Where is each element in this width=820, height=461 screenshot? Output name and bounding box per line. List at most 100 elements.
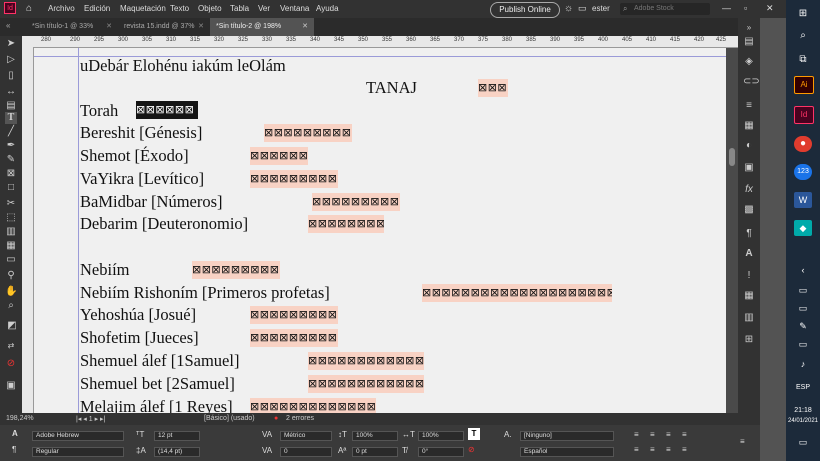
zoom-tool-icon[interactable]: ⌕ — [5, 300, 17, 312]
menu-maquetacion[interactable]: Maquetación — [120, 4, 166, 13]
tab-sin-titulo-2[interactable]: *Sin título-2 @ 198% ✕ — [210, 18, 314, 36]
pages-panel-icon[interactable]: ▤ — [743, 36, 755, 48]
lightbulb-icon[interactable]: ☼ — [564, 3, 573, 14]
text-stroke-icon[interactable]: ⊘ — [468, 445, 475, 454]
hebrew-text-bamidbar[interactable]: ⊠⊠⊠⊠⊠⊠⊠⊠⊠ — [312, 193, 400, 211]
close-icon[interactable]: ✕ — [766, 3, 774, 14]
page-nav-first-icon[interactable]: |◂ ◂ 1 ▸ ▸| — [76, 415, 105, 423]
panel-menu-icon[interactable]: ≡ — [740, 437, 745, 446]
home-icon[interactable]: ⌂ — [26, 3, 32, 14]
maximize-icon[interactable]: ▫ — [744, 3, 747, 13]
network-icon[interactable]: ▭ — [794, 336, 812, 352]
tab-close-icon[interactable]: ✕ — [198, 18, 204, 36]
table-styles-icon[interactable]: ⊞ — [743, 334, 755, 346]
hebrew-text-shofetim[interactable]: ⊠⊠⊠⊠⊠⊠⊠⊠⊠ — [250, 329, 338, 347]
justify-all-icon[interactable]: ≡ — [634, 445, 639, 454]
style-indicator[interactable]: [Básico] (usado) — [204, 415, 255, 422]
cell-styles-icon[interactable]: ▥ — [743, 312, 755, 324]
scrollbar-thumb[interactable] — [729, 148, 735, 166]
doc-line-shemuel-alef[interactable]: Shemuel álef [1Samuel] — [80, 351, 239, 371]
notifications-icon[interactable]: ▭ — [794, 434, 812, 450]
paragraph-styles-icon[interactable]: ¶ — [743, 228, 755, 240]
hebrew-text-shemot[interactable]: ⊠⊠⊠⊠⊠⊠ — [250, 147, 308, 165]
type-tool-icon[interactable]: T — [5, 112, 17, 124]
hebrew-text-shemuel-alef[interactable]: ⊠⊠⊠⊠⊠⊠⊠⊠⊠⊠⊠⊠ — [308, 352, 424, 370]
doc-line-shemot[interactable]: Shemot [Éxodo] — [80, 146, 189, 166]
task-view-icon[interactable]: ⧉ — [794, 52, 812, 68]
doc-line-yehoshua[interactable]: Yehoshúa [Josué] — [80, 305, 196, 325]
tray-icon[interactable]: ▭ — [794, 282, 812, 298]
layers-panel-icon[interactable]: ◈ — [743, 56, 755, 68]
tracking-field[interactable]: 0 — [280, 447, 332, 457]
doc-line-shofetim[interactable]: Shofetim [Jueces] — [80, 328, 199, 348]
align-center-icon[interactable]: ≡ — [650, 430, 655, 439]
align-spine-icon[interactable]: ≡ — [682, 445, 687, 454]
character-styles-icon[interactable]: A — [743, 248, 755, 260]
doc-line-nebiim-rishonim[interactable]: Nebiím Rishoním [Primeros profetas] — [80, 283, 330, 303]
gradient-feather-tool-icon[interactable]: ▦ — [5, 240, 17, 252]
screen-mode-icon[interactable]: ▣ — [5, 380, 17, 392]
note-tool-icon[interactable]: ▭ — [5, 254, 17, 266]
tab-revista-15[interactable]: revista 15.indd @ 37% ✕ — [118, 18, 210, 36]
word-icon[interactable]: W — [794, 192, 812, 208]
direct-selection-tool-icon[interactable]: ▷ — [5, 54, 17, 66]
gradient-swatch-tool-icon[interactable]: ▥ — [5, 226, 17, 238]
doc-line-tanaj[interactable]: TANAJ — [366, 78, 417, 98]
fill-stroke-swatch-icon[interactable]: ◩ — [5, 320, 19, 334]
free-transform-tool-icon[interactable]: ⬚ — [5, 212, 17, 224]
align-right-icon[interactable]: ≡ — [666, 430, 671, 439]
table-panel-icon[interactable]: ▦ — [743, 290, 755, 302]
menu-edicion[interactable]: Edición — [84, 4, 110, 13]
text-wrap-panel-icon[interactable]: ▩ — [743, 204, 755, 216]
character-mode-icon[interactable]: A — [12, 429, 18, 438]
search-icon[interactable]: ⌕ — [794, 28, 812, 44]
menu-tabla[interactable]: Tabla — [230, 4, 249, 13]
doc-line-vayikra[interactable]: VaYikra [Levítico] — [80, 169, 204, 189]
clock-time[interactable]: 21:18 — [786, 407, 820, 414]
links-panel-icon[interactable]: ⊂⊃ — [743, 76, 760, 88]
adobe-stock-search-input[interactable]: ⌕ Adobe Stock — [620, 3, 710, 15]
text-fill-icon[interactable]: T — [468, 428, 480, 440]
font-size-field[interactable]: 12 pt — [154, 431, 200, 441]
justify-right-icon[interactable]: ≡ — [666, 445, 671, 454]
menu-ayuda[interactable]: Ayuda — [316, 4, 339, 13]
selection-tool-icon[interactable]: ➤ — [5, 38, 17, 50]
hebrew-text-vayikra[interactable]: ⊠⊠⊠⊠⊠⊠⊠⊠⊠ — [250, 170, 338, 188]
document-canvas[interactable]: uDebár Elohénu iakúm leOlám TANAJ ⊠⊠⊠ To… — [34, 48, 726, 413]
swatches-panel-icon[interactable]: ▦ — [743, 120, 755, 132]
zoom-level[interactable]: 198,24% — [6, 415, 34, 422]
hebrew-text-shemuel-bet[interactable]: ⊠⊠⊠⊠⊠⊠⊠⊠⊠⊠⊠⊠ — [308, 375, 424, 393]
doc-line-bereshit[interactable]: Bereshit [Génesis] — [80, 123, 202, 143]
stroke-panel-icon[interactable]: ≡ — [743, 100, 755, 112]
eyedropper-tool-icon[interactable]: ⚲ — [5, 270, 17, 282]
justify-center-icon[interactable]: ≡ — [650, 445, 655, 454]
font-style-field[interactable]: Regular — [32, 447, 124, 457]
hebrew-text-melajim-alef[interactable]: ⊠⊠⊠⊠⊠⊠⊠⊠⊠⊠⊠⊠⊠ — [250, 398, 376, 413]
swap-colors-icon[interactable]: ⇄ — [5, 340, 17, 352]
language-field[interactable]: Español — [520, 447, 614, 457]
scissors-tool-icon[interactable]: ✂ — [5, 198, 17, 210]
doc-line-debarim[interactable]: Debarim [Deuteronomio] — [80, 214, 248, 234]
menu-objeto[interactable]: Objeto — [198, 4, 222, 13]
line-tool-icon[interactable]: ╱ — [5, 126, 17, 138]
chrome-profile-icon[interactable]: 123 — [794, 164, 812, 180]
pencil-tool-icon[interactable]: ✎ — [5, 154, 17, 166]
chevron-left-icon[interactable]: ‹ — [794, 262, 812, 278]
app-icon[interactable]: ◆ — [794, 220, 812, 236]
chrome-icon[interactable]: ● — [794, 136, 812, 152]
preflight-errors[interactable]: 2 errores — [286, 415, 314, 422]
hebrew-text-nebiim-rishonim[interactable]: ⊠⊠⊠⊠⊠⊠⊠⊠⊠⊠⊠⊠⊠⊠⊠⊠⊠⊠⊠⊠ — [422, 284, 612, 302]
doc-line-bamidbar[interactable]: BaMidbar [Números] — [80, 192, 223, 212]
illustrator-icon[interactable]: Ai — [794, 76, 814, 94]
vertical-scale-field[interactable]: 100% — [352, 431, 398, 441]
indesign-icon[interactable]: Id — [794, 106, 814, 124]
collapse-arrows-icon[interactable]: « — [6, 21, 10, 30]
tray-icon[interactable]: ▭ — [794, 300, 812, 316]
hebrew-text-nebiim[interactable]: ⊠⊠⊠⊠⊠⊠⊠⊠⊠ — [192, 261, 280, 279]
doc-line-torah[interactable]: Torah — [80, 101, 118, 121]
doc-line-title[interactable]: uDebár Elohénu iakúm leOlám — [80, 56, 286, 76]
hebrew-text-torah-selected[interactable]: ⊠⊠⊠⊠⊠⊠ — [136, 101, 198, 119]
character-style-field[interactable]: [Ninguno] — [520, 431, 614, 441]
hebrew-text-tanaj[interactable]: ⊠⊠⊠ — [478, 79, 508, 97]
leading-field[interactable]: (14,4 pt) — [154, 447, 200, 457]
